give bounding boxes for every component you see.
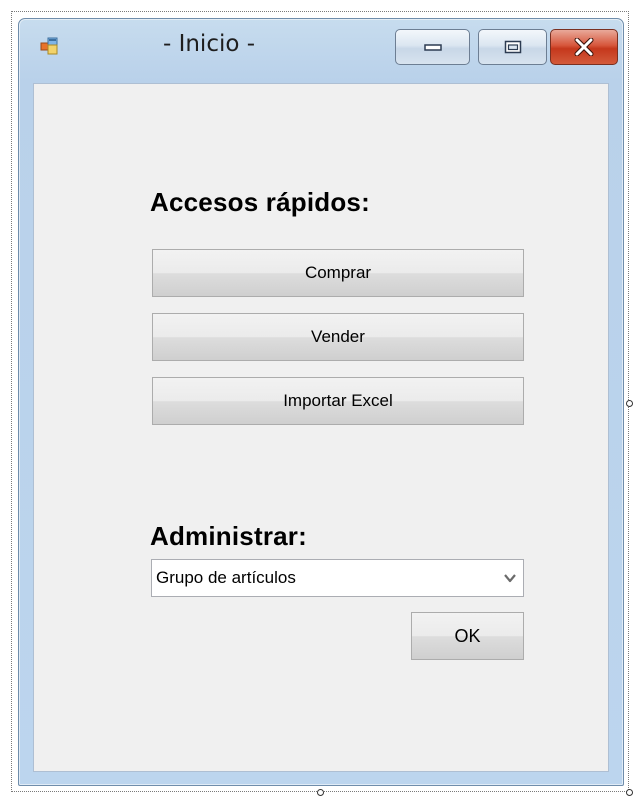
minimize-button[interactable] xyxy=(395,29,470,65)
quick-access-heading: Accesos rápidos: xyxy=(150,187,370,217)
ok-button[interactable]: OK xyxy=(411,612,524,660)
vender-button[interactable]: Vender xyxy=(152,313,524,361)
resize-handle-bottom[interactable] xyxy=(317,789,324,796)
comprar-button[interactable]: Comprar xyxy=(152,249,524,297)
administrar-select-value: Grupo de artículos xyxy=(156,568,296,587)
title-bar[interactable]: - Inicio - xyxy=(19,19,623,83)
chevron-down-icon xyxy=(504,574,516,583)
resize-handle-corner[interactable] xyxy=(626,789,633,796)
form-client-area: Accesos rápidos: Comprar Vender Importar… xyxy=(33,83,609,772)
form-window: - Inicio - Accesos rápidos: Comprar Vend… xyxy=(18,18,624,786)
importar-excel-button[interactable]: Importar Excel xyxy=(152,377,524,425)
close-icon xyxy=(574,38,594,56)
resize-handle-right[interactable] xyxy=(626,400,633,407)
maximize-icon xyxy=(504,40,521,54)
window-title: - Inicio - xyxy=(162,31,256,57)
close-button[interactable] xyxy=(550,29,618,65)
administrar-select[interactable]: Grupo de artículos xyxy=(151,559,524,597)
administrar-heading: Administrar: xyxy=(150,521,307,551)
minimize-icon xyxy=(423,44,442,51)
maximize-button[interactable] xyxy=(478,29,547,65)
